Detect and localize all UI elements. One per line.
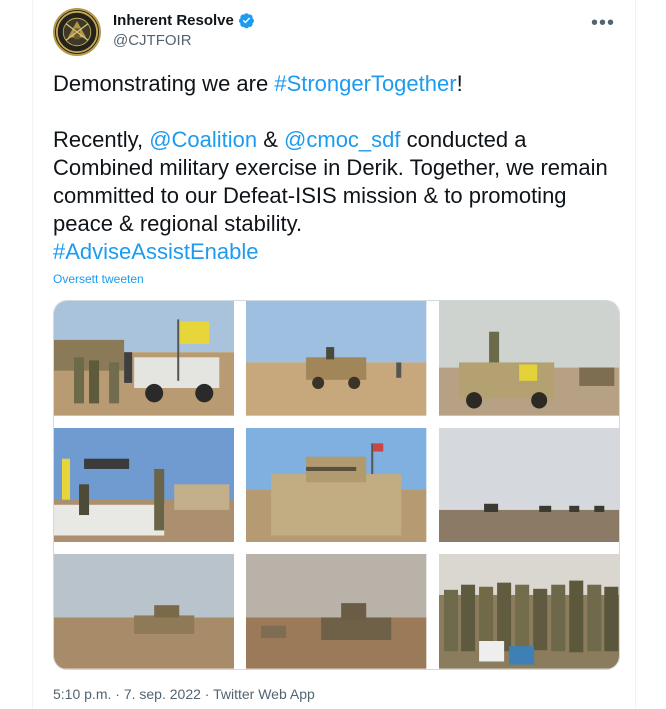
military-photo-image (54, 301, 235, 416)
tweet-card: Inherent Resolve @CJTFOIR ••• Demonstrat… (32, 0, 636, 709)
mention-cmoc-sdf[interactable]: @cmoc_sdf (284, 127, 400, 152)
separator: · (200, 686, 214, 702)
photo-3[interactable] (438, 301, 619, 416)
hashtag-strongertogether[interactable]: #StrongerTogether (274, 71, 456, 96)
tweet-metadata: 5:10 p.m. · 7. sep. 2022 · Twitter Web A… (53, 686, 315, 702)
mention-coalition[interactable]: @Coalition (149, 127, 257, 152)
avatar[interactable] (53, 8, 101, 56)
account-names: Inherent Resolve @CJTFOIR (113, 12, 255, 49)
display-name[interactable]: Inherent Resolve (113, 12, 234, 29)
tweet-source: Twitter Web App (213, 686, 315, 702)
photo-grid (53, 300, 620, 670)
tweet-header: Inherent Resolve @CJTFOIR ••• (53, 6, 621, 62)
tweet-text-segment: ! (456, 71, 463, 96)
photo-2[interactable] (246, 301, 427, 416)
military-photo-image (438, 554, 619, 669)
account-handle[interactable]: @CJTFOIR (113, 32, 255, 49)
tweet-paragraph-1: Demonstrating we are #StrongerTogether! (53, 70, 613, 98)
tweet-text-segment: Demonstrating we are (53, 71, 275, 96)
photo-5[interactable] (246, 427, 427, 543)
photo-7[interactable] (54, 554, 235, 669)
tweet-date[interactable]: 7. sep. 2022 (124, 686, 201, 702)
display-name-row: Inherent Resolve (113, 12, 255, 29)
tweet-time[interactable]: 5:10 p.m. (53, 686, 111, 702)
photo-8[interactable] (246, 554, 427, 669)
military-photo-image (246, 427, 427, 543)
tweet-text-segment: Recently, (53, 127, 150, 152)
tweet-text: Demonstrating we are #StrongerTogether! … (53, 70, 613, 266)
translate-tweet-link[interactable]: Oversett tweeten (53, 272, 144, 286)
photo-9[interactable] (438, 554, 619, 669)
verified-badge-icon (238, 13, 254, 29)
military-photo-image (54, 554, 235, 669)
photo-6[interactable] (438, 427, 619, 543)
military-photo-image (246, 554, 427, 669)
photo-4[interactable] (54, 427, 235, 543)
more-options-button[interactable]: ••• (591, 12, 615, 35)
military-photo-image (246, 301, 427, 416)
hashtag-adviseassistenable[interactable]: #AdviseAssistEnable (53, 239, 258, 264)
military-photo-image (438, 427, 619, 543)
tweet-paragraph-2: Recently, @Coalition & @cmoc_sdf conduct… (53, 126, 613, 266)
photo-1[interactable] (54, 301, 235, 416)
separator: · (111, 686, 124, 702)
military-photo-image (438, 301, 619, 416)
military-photo-image (54, 427, 235, 543)
tweet-text-segment: & (257, 127, 285, 152)
cjtf-oir-seal-icon (55, 10, 99, 54)
